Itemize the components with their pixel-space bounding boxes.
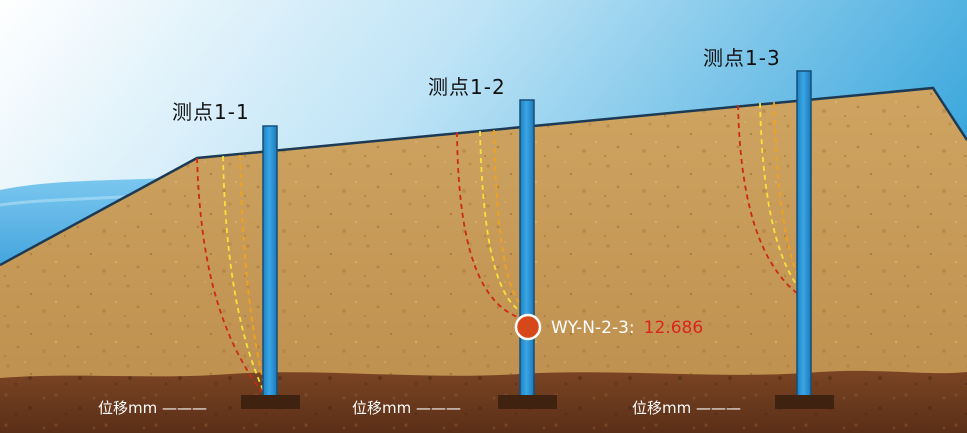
base-plate <box>775 395 834 409</box>
sensor-marker[interactable] <box>514 313 542 341</box>
point-label-1: 测点1-1 <box>172 100 250 124</box>
sensor-reading-id: WY-N-2-3: <box>551 318 635 338</box>
inclinometer-pipe <box>519 99 535 399</box>
point-label-2: 测点1-2 <box>428 75 506 99</box>
embankment-diagram: 测点1-1 测点1-2 测点1-3 位移mm ——— 位移mm ——— 位移mm… <box>0 0 967 433</box>
point-label-3: 测点1-3 <box>703 46 781 70</box>
displacement-label-3: 位移mm ——— <box>632 399 741 417</box>
inclinometer-pipe <box>796 70 812 399</box>
displacement-label-2: 位移mm ——— <box>352 399 461 417</box>
displacement-label-1: 位移mm ——— <box>98 399 207 417</box>
sensor-reading: WY-N-2-3: 12.686 <box>551 318 703 338</box>
base-plate <box>241 395 300 409</box>
inclinometer-pipe <box>262 125 278 399</box>
base-plate <box>498 395 557 409</box>
sensor-reading-value: 12.686 <box>644 318 703 338</box>
